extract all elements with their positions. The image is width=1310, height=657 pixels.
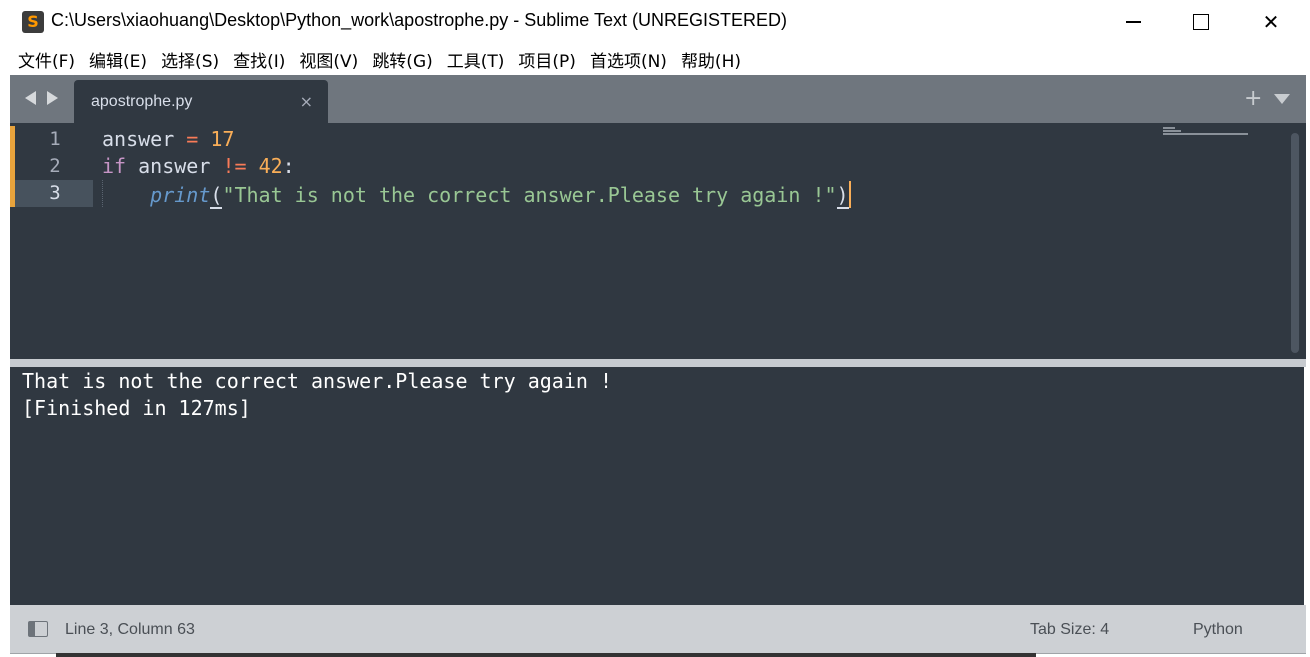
code-token-number: 42: [258, 154, 283, 178]
code-token-variable: answer: [138, 154, 211, 178]
menu-project[interactable]: 项目(P): [518, 47, 576, 72]
build-output-panel[interactable]: That is not the correct answer.Please tr…: [10, 367, 1304, 605]
maximize-icon: [1193, 14, 1209, 30]
background-window-edge: [56, 653, 1036, 657]
output-line: That is not the correct answer.Please tr…: [22, 369, 613, 393]
tab-size-selector[interactable]: Tab Size: 4: [1030, 621, 1109, 639]
menu-goto[interactable]: 跳转(G): [372, 47, 432, 72]
code-token-paren-close: ): [836, 183, 849, 209]
code-token-operator: !=: [222, 154, 247, 178]
line-number: 3: [49, 182, 61, 204]
output-line: [Finished in 127ms]: [22, 396, 251, 420]
panel-splitter[interactable]: [10, 359, 1306, 367]
line-number: 1: [49, 128, 61, 150]
text-cursor: [848, 181, 851, 208]
menu-preferences[interactable]: 首选项(N): [590, 47, 667, 72]
code-line-3[interactable]: print("That is not the correct answer.Pl…: [102, 181, 851, 209]
code-line-1[interactable]: answer = 17: [102, 127, 234, 151]
new-tab-plus-icon[interactable]: +: [1244, 86, 1262, 111]
syntax-selector[interactable]: Python: [1193, 621, 1243, 639]
code-token-colon: :: [282, 154, 295, 178]
editor-scrollbar[interactable]: [1291, 133, 1299, 353]
line-number: 2: [49, 155, 61, 177]
code-token-number: 17: [210, 127, 235, 151]
status-bar: Line 3, Column 63 Tab Size: 4 Python: [10, 605, 1306, 654]
tab-close-icon[interactable]: ×: [300, 92, 313, 111]
menu-help[interactable]: 帮助(H): [681, 47, 741, 72]
menu-bar: 文件(F) 编辑(E) 选择(S) 查找(I) 视图(V) 跳转(G) 工具(T…: [10, 44, 1306, 75]
tab-bar: apostrophe.py × +: [10, 75, 1306, 123]
minimize-button[interactable]: [1110, 4, 1156, 40]
minimap[interactable]: [1163, 127, 1253, 137]
previous-tab-arrow-icon[interactable]: [25, 91, 36, 105]
close-icon: ✕: [1262, 10, 1280, 34]
code-token-keyword: if: [102, 154, 127, 178]
title-bar: S C:\Users\xiaohuang\Desktop\Python_work…: [10, 0, 1306, 44]
close-button[interactable]: ✕: [1248, 4, 1294, 40]
tab-label: apostrophe.py: [91, 93, 193, 110]
menu-selection[interactable]: 选择(S): [161, 47, 219, 72]
cursor-position: Line 3, Column 63: [65, 621, 195, 638]
menu-file[interactable]: 文件(F): [18, 47, 75, 72]
maximize-button[interactable]: [1178, 4, 1224, 40]
window-title: C:\Users\xiaohuang\Desktop\Python_work\a…: [51, 10, 787, 30]
tab-apostrophe-py[interactable]: apostrophe.py ×: [74, 80, 328, 123]
menu-tools[interactable]: 工具(T): [447, 47, 505, 72]
sublime-text-icon: S: [22, 11, 44, 33]
tab-list-dropdown-icon[interactable]: [1274, 94, 1290, 104]
next-tab-arrow-icon[interactable]: [47, 91, 58, 105]
minimize-icon: [1125, 21, 1141, 23]
menu-edit[interactable]: 编辑(E): [89, 47, 147, 72]
code-token-function: print: [150, 183, 211, 207]
code-token-string: "That is not the correct answer.Please t…: [222, 183, 837, 207]
menu-find[interactable]: 查找(I): [233, 47, 285, 72]
code-line-2[interactable]: if answer != 42:: [102, 154, 295, 178]
code-token-operator: =: [186, 127, 199, 151]
code-token-variable: answer: [102, 127, 175, 151]
toggle-panel-icon[interactable]: [28, 621, 48, 637]
code-editor[interactable]: 1 2 3 answer = 17 if answer != 42: print…: [10, 123, 1306, 359]
menu-view[interactable]: 视图(V): [299, 47, 358, 72]
code-token-paren-open: (: [210, 183, 223, 209]
